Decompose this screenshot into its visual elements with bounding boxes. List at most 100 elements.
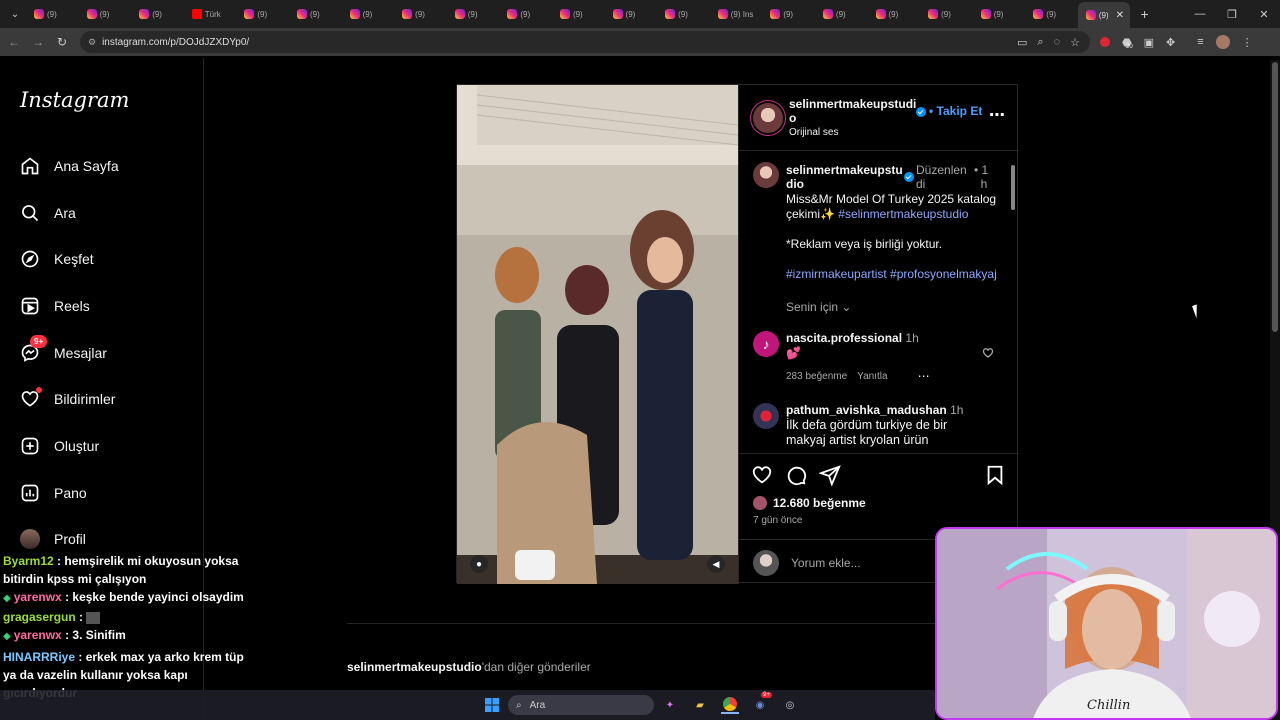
nav-notifications[interactable]: Bildirimler: [20, 387, 115, 409]
zoom-icon[interactable]: ⌕: [1037, 36, 1043, 49]
file-explorer-icon[interactable]: ▰: [691, 696, 709, 714]
maximize-icon[interactable]: ❐: [1216, 0, 1248, 28]
eye-off-icon[interactable]: ◌: [1054, 36, 1061, 48]
puzzle-icon[interactable]: ✥: [1166, 36, 1175, 49]
nav-profile[interactable]: Profil: [20, 529, 86, 549]
browser-profile-avatar[interactable]: [1215, 35, 1230, 49]
caption-time: • 1 h: [974, 163, 989, 191]
tab[interactable]: (9): [1025, 3, 1078, 25]
more-options-icon[interactable]: ⋯: [989, 105, 1005, 125]
tab[interactable]: (9): [447, 3, 500, 25]
media-icon[interactable]: ≡: [1197, 36, 1203, 48]
forward-icon[interactable]: →: [26, 35, 50, 49]
comment-more-icon[interactable]: ⋯: [918, 369, 930, 383]
site-info-icon[interactable]: ⚙: [88, 37, 96, 48]
tab-youtube[interactable]: Türk: [184, 3, 237, 25]
commenter-name[interactable]: pathum_avishka_madushan: [786, 403, 947, 417]
cast-icon[interactable]: ▭: [1017, 36, 1027, 49]
tab[interactable]: (9): [342, 3, 395, 25]
close-tab-icon[interactable]: ✕: [1116, 10, 1124, 21]
tab[interactable]: (9): [499, 3, 552, 25]
comment-likes[interactable]: 283 beğenme: [786, 371, 847, 382]
bookmark-star-icon[interactable]: ☆: [1070, 36, 1080, 49]
tab[interactable]: (9): [552, 3, 605, 25]
windows-start-icon[interactable]: [484, 696, 500, 714]
hashtag-links[interactable]: #izmirmakeupartist #profosyonelmakyaj: [786, 267, 997, 281]
verified-badge-icon: [916, 107, 926, 117]
new-tab-icon[interactable]: +: [1140, 6, 1148, 22]
follow-button[interactable]: • Takip Et: [929, 104, 982, 118]
tab[interactable]: (9): [289, 3, 342, 25]
save-icon[interactable]: [984, 464, 1006, 486]
tab[interactable]: (9): [657, 3, 710, 25]
omnibox-actions: ▭ ⌕ ◌ ☆: [1017, 31, 1080, 53]
plus-square-icon: [21, 437, 39, 455]
chrome-icon[interactable]: [721, 696, 739, 714]
instagram-logo[interactable]: Instagram: [20, 88, 129, 112]
reply-button[interactable]: Yanıtla: [857, 371, 887, 382]
reload-icon[interactable]: ↻: [50, 35, 74, 49]
nav-search[interactable]: Ara: [20, 203, 76, 223]
like-icon[interactable]: [751, 464, 773, 486]
tab[interactable]: (9): [920, 3, 973, 25]
tab[interactable]: (9): [26, 3, 79, 25]
messages-badge: 9+: [30, 335, 48, 348]
discord-icon[interactable]: ◉ 9+: [751, 692, 772, 714]
see-translation-toggle[interactable]: Senin için ⌄: [786, 300, 851, 314]
tab-search-icon[interactable]: ⌄: [4, 3, 26, 25]
tab[interactable]: (9): [79, 3, 132, 25]
windows-logo-icon: [485, 698, 499, 712]
address-bar[interactable]: ⚙ instagram.com/p/DOJdJZXDYp0/ ▭ ⌕ ◌ ☆: [80, 31, 1090, 53]
likes-row[interactable]: 12.680 beğenme: [753, 496, 866, 510]
comment-input[interactable]: Yorum ekle...: [791, 556, 861, 570]
extension-red-icon[interactable]: [1100, 37, 1110, 47]
extension-badge: 20: [1126, 43, 1133, 50]
nav-explore[interactable]: Keşfet: [20, 249, 94, 269]
comment-icon[interactable]: [785, 464, 807, 486]
author-avatar[interactable]: [753, 103, 783, 133]
instagram-favicon-icon: [875, 9, 886, 19]
taskbar-search[interactable]: ⌕ Ara: [508, 695, 654, 715]
tab[interactable]: (9): [762, 3, 815, 25]
nav-home[interactable]: Ana Sayfa: [20, 156, 119, 176]
close-window-icon[interactable]: ✕: [1248, 0, 1280, 28]
share-icon[interactable]: [819, 464, 841, 486]
tab[interactable]: (9): [131, 3, 184, 25]
app-icon[interactable]: ◎: [781, 696, 799, 714]
nav-messages[interactable]: 9+ Mesajlar: [20, 335, 107, 363]
comments-scrollbar[interactable]: [1010, 155, 1016, 450]
hashtag-link[interactable]: #selinmertmakeupstudio: [838, 207, 968, 221]
tab[interactable]: (9): [973, 3, 1026, 25]
scrollbar-thumb[interactable]: [1011, 165, 1015, 210]
more-posts-author[interactable]: selinmertmakeupstudio: [347, 660, 482, 674]
comment-like-icon[interactable]: [982, 347, 994, 359]
nav-reels[interactable]: Reels: [20, 296, 90, 316]
user-tag-icon[interactable]: ●: [470, 555, 488, 573]
tab[interactable]: (9) Ins: [710, 3, 763, 25]
tab[interactable]: (9): [394, 3, 447, 25]
commenter-avatar[interactable]: [753, 403, 779, 429]
audio-label[interactable]: Orijinal ses: [789, 126, 939, 140]
tab[interactable]: (9): [815, 3, 868, 25]
instagram-favicon-icon: [1085, 10, 1096, 20]
post-video[interactable]: ● ◀: [457, 85, 738, 584]
extension-badge-icon[interactable]: ⬣ 20: [1122, 36, 1133, 50]
caption-author-avatar[interactable]: [753, 162, 779, 188]
nav-dashboard[interactable]: Pano: [20, 483, 87, 503]
tab[interactable]: (9): [236, 3, 289, 25]
copilot-icon[interactable]: ✦: [662, 696, 678, 714]
extension-icon[interactable]: ▣: [1144, 36, 1154, 49]
volume-icon[interactable]: ◀: [707, 555, 725, 573]
tab-active[interactable]: (9) ✕: [1077, 2, 1131, 28]
minimize-icon[interactable]: —: [1184, 0, 1216, 28]
back-icon[interactable]: ←: [2, 35, 26, 49]
tab[interactable]: (9): [868, 3, 921, 25]
tab[interactable]: (9): [605, 3, 658, 25]
commenter-name[interactable]: nascita.professional: [786, 331, 902, 345]
caption-author[interactable]: selinmertmakeupstu dio: [786, 163, 906, 191]
commenter-avatar[interactable]: ♪: [753, 331, 779, 357]
page-scrollbar-thumb[interactable]: [1272, 62, 1278, 332]
nav-create[interactable]: Oluştur: [20, 436, 99, 456]
kebab-menu-icon[interactable]: ⋮: [1242, 36, 1253, 49]
post-date[interactable]: 7 gün önce: [753, 515, 803, 526]
